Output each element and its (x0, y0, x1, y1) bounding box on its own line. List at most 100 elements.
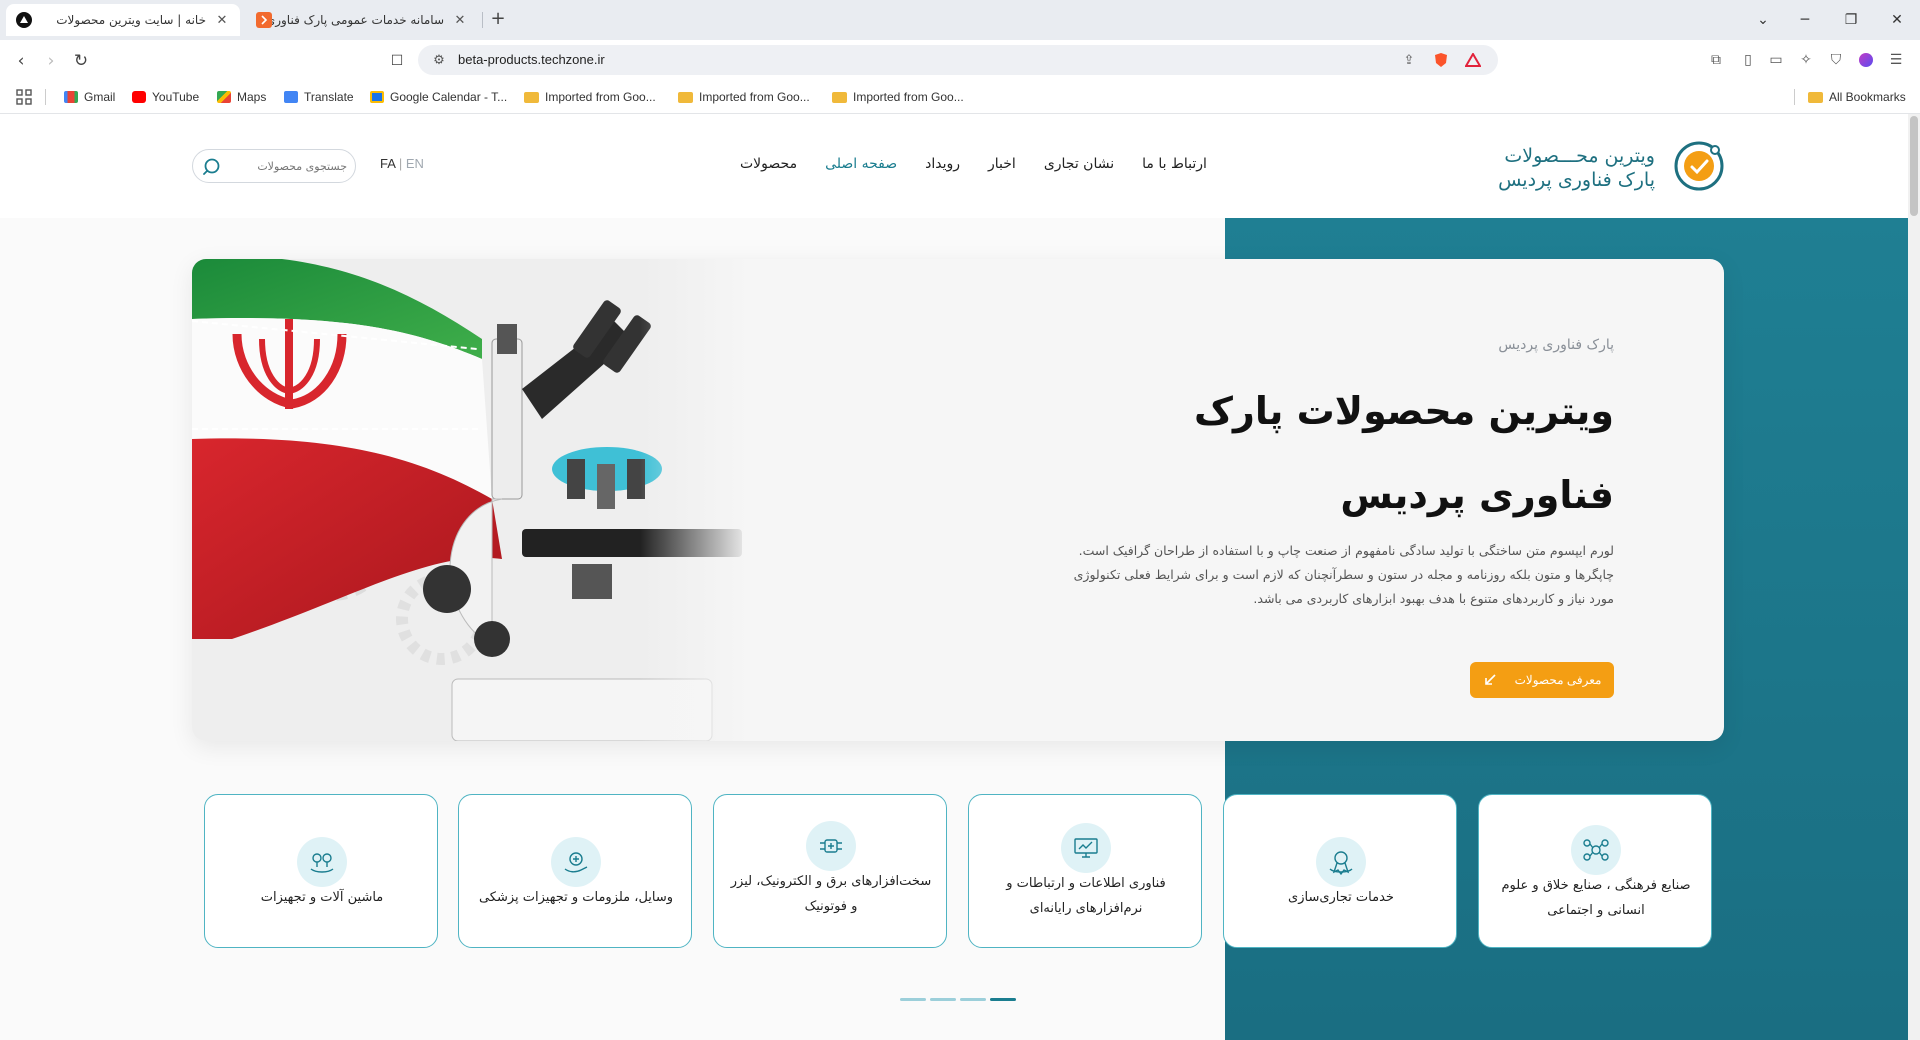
brave-shields-icon[interactable] (1432, 51, 1450, 69)
logo-emblem-icon (1674, 141, 1724, 191)
category-cards: صنایع فرهنگی ، صنایع خلاق و علوم انسانی … (204, 794, 1712, 948)
bookmark-folder[interactable]: Imported from Goo... (678, 88, 810, 106)
url-text: beta-products.techzone.ir (458, 52, 605, 67)
bookmark-gmail[interactable]: Gmail (64, 88, 115, 106)
browser-tabbar: خانه | سایت ویترین محصولات ✕ سامانه خدما… (0, 0, 1920, 40)
nav-news[interactable]: اخبار (988, 156, 1016, 180)
bookmark-label: YouTube (152, 90, 200, 104)
page-scrollbar[interactable] (1908, 114, 1920, 1040)
molecule-icon (1571, 825, 1621, 875)
category-card[interactable]: وسایل، ملزومات و تجهیزات پزشکی (458, 794, 692, 948)
bookmark-label: Imported from Goo... (699, 90, 810, 104)
language-switcher: FA | EN (380, 156, 424, 171)
search-icon[interactable] (203, 157, 223, 177)
category-card[interactable]: سخت‌افزارهای برق و الکترونیک، لیزر و فوت… (713, 794, 947, 948)
site-header: ویترین محـــصولات پارک فناوری پردیس محصو… (0, 114, 1908, 218)
tab-title: سامانه خدمات عمومی پارک فناوری پردیس (272, 13, 444, 27)
bookmark-label: Translate (304, 90, 354, 104)
logo-text: ویترین محـــصولات پارک فناوری پردیس (1498, 144, 1655, 192)
category-label: صنایع فرهنگی ، صنایع خلاق و علوم انسانی … (1501, 878, 1691, 918)
machinery-icon (297, 837, 347, 887)
close-tab-icon[interactable]: ✕ (452, 13, 468, 28)
nav-products[interactable]: محصولات (740, 156, 797, 180)
maps-icon (217, 91, 231, 103)
lang-fa[interactable]: FA (380, 156, 395, 171)
brave-logo-icon (16, 12, 32, 28)
wallet-icon[interactable]: ▭ (1766, 50, 1786, 70)
hero-description: لورم ایپسوم متن ساختگی با تولید سادگی نا… (1073, 543, 1614, 606)
forward-icon[interactable]: › (38, 48, 64, 74)
hero-subtitle: پارک فناوری پردیس (1498, 337, 1614, 353)
bookmark-label: Maps (237, 90, 267, 104)
site-favicon-icon (256, 12, 272, 28)
bookmark-folder[interactable]: Imported from Goo... (524, 88, 656, 106)
category-label: سخت‌افزارهای برق و الکترونیک، لیزر و فوت… (730, 874, 932, 914)
site-logo[interactable]: ویترین محـــصولات پارک فناوری پردیس (1495, 138, 1725, 194)
tab-inactive[interactable]: سامانه خدمات عمومی پارک فناوری پردیس ✕ (246, 4, 478, 36)
category-card[interactable]: صنایع فرهنگی ، صنایع خلاق و علوم انسانی … (1478, 794, 1712, 948)
main-nav: محصولات صفحه اصلی رویداد اخبار نشان تجار… (740, 156, 1207, 180)
bookmark-calendar[interactable]: Google Calendar - T... (370, 88, 507, 106)
tab-separator (482, 12, 483, 28)
address-bar[interactable]: ⚙ beta-products.techzone.ir ⇪ (418, 45, 1498, 75)
bookmark-folder[interactable]: Imported from Goo... (832, 88, 964, 106)
close-window-icon[interactable]: ✕ (1874, 0, 1920, 40)
translate-icon (284, 91, 298, 103)
search-box (192, 149, 356, 183)
carousel-dot-active[interactable] (990, 998, 1016, 1001)
products-intro-label: معرفی محصولات (1514, 673, 1602, 687)
calendar-icon (370, 91, 384, 103)
reload-icon[interactable]: ↻ (68, 48, 94, 74)
hero-banner: پارک فناوری پردیس ویترین محصولات پارک فن… (192, 259, 1724, 741)
back-icon[interactable]: ‹ (8, 48, 34, 74)
bookmark-youtube[interactable]: YouTube (132, 88, 199, 106)
category-label: خدمات تجاری‌سازی (1288, 890, 1394, 905)
apps-grid-icon[interactable] (16, 88, 32, 106)
lang-en[interactable]: EN (406, 156, 424, 171)
tab-search-icon[interactable]: ⌄ (1740, 0, 1786, 40)
scrollbar-thumb[interactable] (1910, 116, 1918, 216)
category-card[interactable]: ماشین آلات و تجهیزات (204, 794, 438, 948)
all-bookmarks[interactable]: All Bookmarks (1808, 88, 1906, 106)
brave-rewards-icon[interactable] (1464, 51, 1482, 69)
close-tab-icon[interactable]: ✕ (214, 13, 230, 28)
category-card[interactable]: فناوری اطلاعات و ارتباطات و نرم‌افزارهای… (968, 794, 1202, 948)
new-tab-button[interactable]: + (486, 8, 510, 32)
bookmark-label: Gmail (84, 90, 116, 104)
bookmark-maps[interactable]: Maps (217, 88, 266, 106)
nav-events[interactable]: رویداد (925, 156, 960, 180)
tab-active[interactable]: خانه | سایت ویترین محصولات ✕ (6, 4, 240, 36)
bookmark-icon[interactable]: ☐ (384, 48, 410, 74)
extensions-icon[interactable]: ⧉ (1706, 50, 1726, 70)
sidebar-icon[interactable]: ▯ (1738, 50, 1758, 70)
search-input[interactable] (229, 156, 347, 176)
computer-icon (1061, 823, 1111, 873)
folder-icon (678, 91, 693, 103)
bookmark-translate[interactable]: Translate (284, 88, 354, 106)
all-bookmarks-label: All Bookmarks (1829, 90, 1906, 104)
restore-icon[interactable]: ❐ (1828, 0, 1874, 40)
leo-ai-icon[interactable]: ✧ (1796, 50, 1816, 70)
carousel-dot[interactable] (960, 998, 986, 1001)
category-card[interactable]: خدمات تجاری‌سازی (1223, 794, 1457, 948)
category-label: فناوری اطلاعات و ارتباطات و نرم‌افزارهای… (1006, 876, 1166, 916)
profile-avatar[interactable] (1856, 50, 1876, 70)
products-intro-button[interactable]: معرفی محصولات (1470, 662, 1614, 698)
lang-separator: | (398, 156, 403, 171)
nav-home[interactable]: صفحه اصلی (825, 156, 897, 180)
menu-icon[interactable]: ☰ (1886, 50, 1906, 70)
nav-trademark[interactable]: نشان تجاری (1044, 156, 1114, 180)
folder-icon (832, 91, 847, 103)
carousel-dot[interactable] (900, 998, 926, 1001)
web-page: ویترین محـــصولات پارک فناوری پردیس محصو… (0, 114, 1908, 1040)
site-settings-icon[interactable]: ⚙ (430, 51, 448, 69)
carousel-pagination (900, 998, 1020, 1002)
circuit-icon (806, 821, 856, 871)
bookmark-separator (1794, 89, 1795, 105)
category-label: ماشین آلات و تجهیزات (260, 890, 384, 905)
nav-contact[interactable]: ارتباط با ما (1142, 156, 1207, 180)
vpn-icon[interactable]: ⛉ (1826, 50, 1846, 70)
carousel-dot[interactable] (930, 998, 956, 1001)
minimize-icon[interactable]: ─ (1782, 0, 1828, 40)
share-icon[interactable]: ⇪ (1400, 51, 1418, 69)
